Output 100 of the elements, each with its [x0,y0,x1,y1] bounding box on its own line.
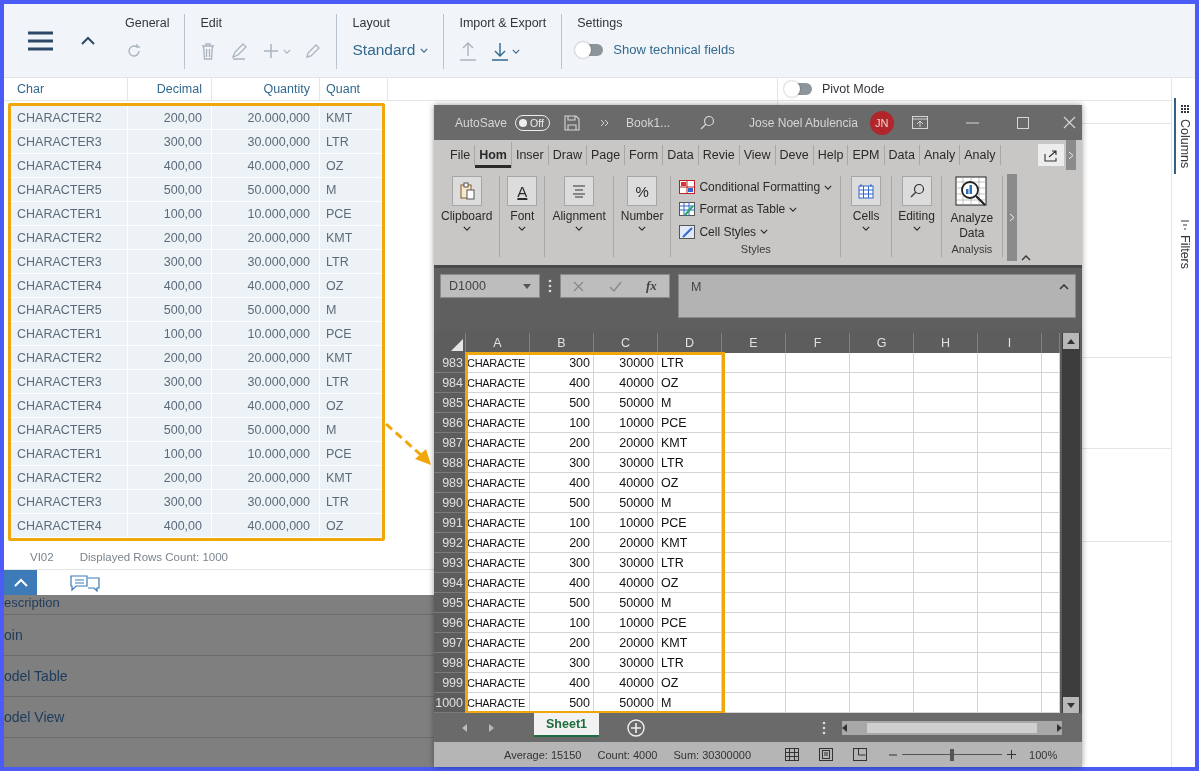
scroll-right-icon[interactable] [1057,723,1062,732]
side-tab[interactable]: Filters [1173,214,1194,276]
collapse-ribbon-icon[interactable] [1020,255,1031,261]
more-icon[interactable] [548,279,552,293]
refresh-icon[interactable] [125,42,143,60]
table-cell: 300,00 [128,490,212,513]
scroll-down-icon[interactable] [1067,702,1075,708]
pencil-icon[interactable] [230,42,249,60]
insert-function-button[interactable]: fx [645,278,657,294]
user-avatar[interactable]: JN [869,110,894,135]
plus-icon [262,42,281,60]
nav-item[interactable]: odel View [4,709,65,725]
table-cell: CHARACTER2 [11,106,128,129]
ribbon-menu-button[interactable]: Conditional Formatting [679,176,833,199]
normal-view-icon[interactable] [785,748,800,761]
ribbon-tab[interactable]: View [739,145,776,165]
ribbon-menu-button[interactable]: Format as Table [679,198,798,221]
ribbon-tab[interactable]: Data [663,145,699,165]
sheet-cell [786,353,850,373]
collapse-icon[interactable] [81,36,95,45]
ribbon-tab[interactable]: Help [813,145,849,165]
ribbon-button[interactable]: % Number [620,176,664,231]
zoom-in-icon[interactable] [1007,750,1017,759]
toggle-switch[interactable] [577,43,604,56]
ribbon-button[interactable]: Alignment [552,176,606,231]
share-button[interactable] [1038,144,1064,166]
scroll-up-icon[interactable] [1067,338,1075,344]
page-layout-icon[interactable] [819,748,834,761]
ribbon-tab[interactable]: Deve [775,145,814,165]
column-header[interactable]: Decimal [128,78,212,100]
expand-button[interactable] [4,570,37,595]
ribbon-button[interactable]: A Font [507,176,538,231]
sheet-cell [786,533,850,553]
maximize-icon[interactable] [1016,116,1029,129]
ribbon-tab[interactable]: Revie [698,145,740,165]
more-icon[interactable] [822,720,826,735]
column-header[interactable]: Quantity [212,78,320,100]
sheet-cell: CHARACTE [466,393,530,413]
sheet-cell [978,513,1042,533]
more-icon[interactable] [600,118,611,127]
view-name: VI02 [30,551,54,563]
name-box[interactable]: D1000 [440,274,540,298]
menu-icon[interactable] [28,30,53,51]
nav-item[interactable]: odel Table [4,668,68,684]
sheet-cell [1042,633,1060,653]
trash-icon[interactable] [200,42,217,60]
nav-item[interactable]: oin [4,627,23,643]
nav-item[interactable]: escription [4,595,60,610]
next-sheet-icon[interactable] [489,723,494,732]
ribbon-tab[interactable]: Form [625,145,664,165]
ribbon-tab[interactable]: Inser [511,145,549,165]
ribbon-menu-button[interactable]: Cell Styles [679,220,769,243]
chevron-down-icon [824,184,833,190]
pen-icon[interactable] [305,43,322,59]
ribbon-tab[interactable]: Analy [919,145,961,165]
download-button[interactable] [491,41,521,61]
ribbon-tab[interactable]: Page [586,145,626,165]
close-icon[interactable] [1062,116,1076,129]
zoom-out-icon[interactable] [889,753,898,756]
ribbon-tab[interactable]: EPM [848,145,885,165]
upload-icon[interactable] [459,41,478,61]
toggle-switch[interactable] [786,83,812,95]
sheet-cell: 50000 [594,693,658,713]
previous-sheet-icon[interactable] [462,723,467,732]
sheet-cell [1042,433,1060,453]
sheet-cell: 20000 [594,433,658,453]
page-break-icon[interactable] [853,748,868,761]
search-icon[interactable] [700,115,716,130]
ribbon-button[interactable]: Analyze Data [945,176,998,241]
sheet-cell [722,373,786,393]
ribbon-button[interactable]: Clipboard [441,176,493,231]
ribbon-tab[interactable]: Data [884,145,920,165]
ribbon-tab[interactable]: Draw [548,145,587,165]
ribbon-tab[interactable]: Analy [960,145,1001,165]
cancel-icon[interactable] [573,280,585,292]
table-cell: 10.000,000 [212,322,320,345]
add-sheet-icon[interactable] [627,718,645,737]
ribbon-display-icon[interactable] [911,116,928,129]
status-text: Count: 4000 [597,748,658,761]
slider-thumb[interactable] [950,748,955,761]
sheet-tab[interactable]: Sheet1 [534,713,599,737]
side-tab[interactable]: Columns [1173,98,1194,175]
select-all-icon[interactable] [451,339,463,351]
feedback-icon[interactable] [70,573,100,592]
chevron-right-icon[interactable] [1069,151,1073,159]
save-icon[interactable] [564,114,581,131]
sheet-cell: CHARACTE [466,573,530,593]
ribbon-tab[interactable]: Hom [475,142,512,168]
ribbon-button[interactable]: Editing [898,176,935,231]
scroll-left-icon[interactable] [842,723,847,732]
share-icon [1044,148,1058,162]
column-header[interactable]: Char [11,78,128,100]
ribbon-tab[interactable]: File [446,145,476,165]
column-header[interactable]: Quant [320,78,388,100]
formula-field[interactable]: M [678,274,1076,318]
minimize-icon[interactable] [965,121,979,124]
layout-select[interactable]: Standard [352,41,429,59]
horizontal-scrollbar[interactable] [842,720,1062,735]
chevron-right-icon[interactable] [1009,214,1014,221]
check-icon[interactable] [608,280,622,292]
